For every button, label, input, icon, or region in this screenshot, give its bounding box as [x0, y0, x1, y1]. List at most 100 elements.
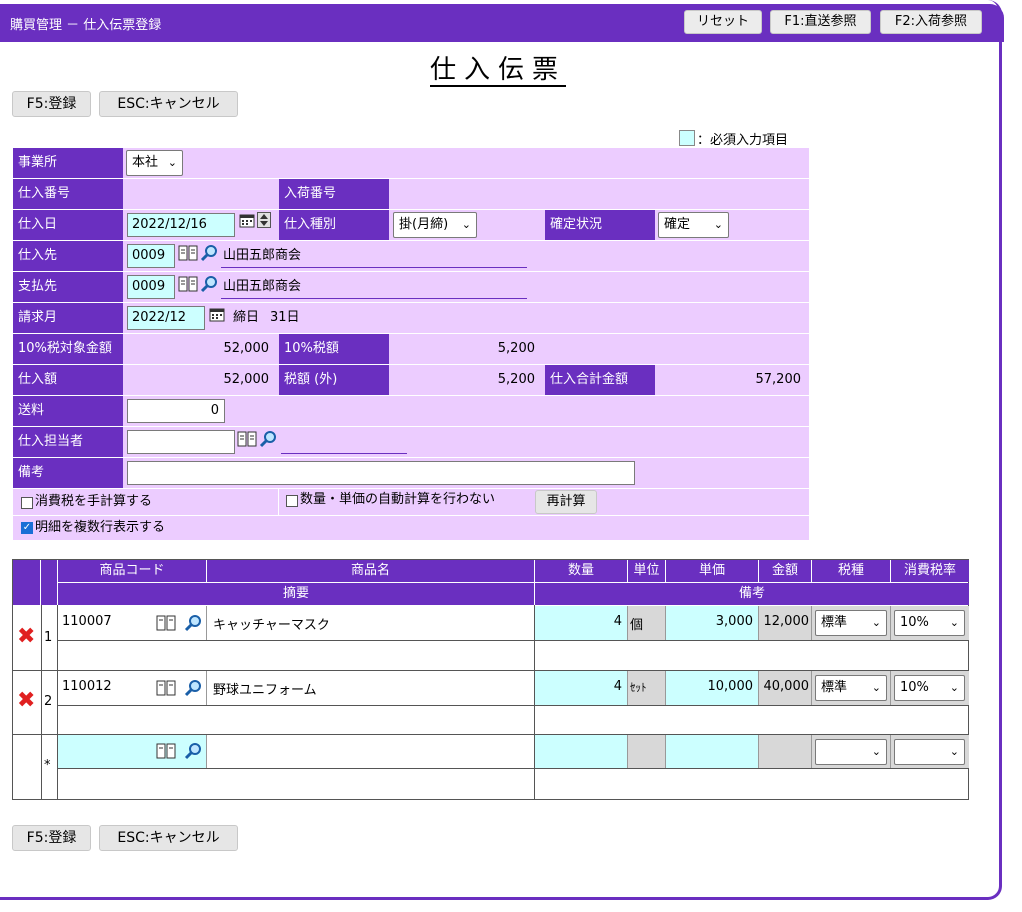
grid-corner [13, 560, 41, 605]
manual-tax-checkbox[interactable] [21, 497, 33, 509]
office-select[interactable]: 本社 ⌄ [126, 150, 183, 176]
row-taxtype-select[interactable]: 標準 ⌄ [815, 610, 887, 636]
billing-month-label: 請求月 [13, 303, 123, 333]
row-amount: 12,000 [759, 606, 812, 640]
book-icon[interactable] [156, 614, 176, 632]
row-code-cell[interactable]: 110007 [58, 606, 207, 640]
staff-label: 仕入担当者 [13, 427, 123, 457]
row-name[interactable]: 野球ユニフォーム [207, 671, 534, 705]
staff-input[interactable] [127, 430, 235, 454]
col-remarks-header: 備考 [535, 583, 969, 605]
search-icon[interactable] [259, 430, 277, 448]
col-name-header: 商品名 [207, 560, 535, 582]
new-row-code-cell[interactable] [58, 735, 207, 768]
book-icon[interactable] [178, 275, 198, 293]
required-legend-swatch [679, 130, 695, 146]
chevron-down-icon: ⌄ [949, 681, 959, 694]
row-unit: 個 [628, 606, 666, 640]
row-code: 110012 [62, 679, 112, 694]
row-taxtype-value: 標準 [821, 615, 848, 630]
row-qty[interactable]: 4 [535, 671, 628, 705]
search-icon[interactable] [200, 244, 218, 262]
date-stepper-icon[interactable] [257, 212, 271, 228]
col-amount-header: 金額 [759, 560, 812, 582]
row-number: 1 [44, 630, 53, 645]
row-name[interactable]: キャッチャーマスク [207, 606, 534, 640]
status-select[interactable]: 確定 ⌄ [658, 212, 729, 238]
purchase-amount-label: 仕入額 [13, 365, 123, 395]
register-button-bottom[interactable]: F5:登録 [12, 825, 91, 851]
chevron-down-icon: ⌄ [167, 156, 177, 169]
page-title: 仕入伝票 [430, 55, 567, 87]
book-icon[interactable] [156, 679, 176, 697]
recalc-button[interactable]: 再計算 [535, 490, 597, 514]
cancel-button-top[interactable]: ESC:キャンセル [99, 91, 238, 117]
row-taxtype-value: 標準 [821, 680, 848, 695]
row-taxtype-select[interactable]: 標準 ⌄ [815, 675, 887, 701]
book-icon[interactable] [156, 742, 176, 760]
new-row-taxtype-cell: ⌄ [812, 735, 891, 768]
search-icon[interactable] [184, 679, 202, 697]
reset-button[interactable]: リセット [684, 10, 762, 34]
purchase-type-label: 仕入種別 [279, 210, 389, 240]
billing-month-input[interactable]: 2022/12 [127, 306, 205, 330]
calendar-icon[interactable] [209, 306, 225, 322]
row-qty[interactable]: 4 [535, 606, 628, 640]
taxable-10-value: 52,000 [223, 341, 270, 356]
supplier-label: 仕入先 [13, 241, 123, 271]
chevron-down-icon: ⌄ [949, 616, 959, 629]
purchase-amount-value: 52,000 [223, 372, 270, 387]
row-price[interactable]: 3,000 [666, 606, 759, 640]
calendar-icon[interactable] [239, 212, 255, 228]
purchase-type-select[interactable]: 掛(月締) ⌄ [393, 212, 477, 238]
chevron-down-icon: ⌄ [871, 681, 881, 694]
book-icon[interactable] [178, 244, 198, 262]
chevron-down-icon: ⌄ [713, 218, 723, 231]
row-unit: ｾｯﾄ [628, 671, 666, 705]
row-price[interactable]: 10,000 [666, 671, 759, 705]
row-taxrate-cell: 10% ⌄ [891, 671, 969, 705]
search-icon[interactable] [184, 614, 202, 632]
supplier-code-input[interactable]: 0009 [127, 244, 175, 268]
new-row-amount [759, 735, 812, 768]
col-taxrate-header: 消費税率 [891, 560, 969, 582]
f2-receipt-ref-button[interactable]: F2:入荷参照 [880, 10, 982, 34]
new-row-qty[interactable] [535, 735, 628, 768]
staff-name-underline [281, 453, 407, 454]
new-row-taxtype-select[interactable]: ⌄ [815, 739, 887, 765]
grid-corner-2 [41, 560, 58, 605]
row-code-cell[interactable]: 110012 [58, 671, 207, 705]
search-icon[interactable] [184, 742, 202, 760]
search-icon[interactable] [200, 275, 218, 293]
register-button-top[interactable]: F5:登録 [12, 91, 91, 117]
delete-row-icon[interactable]: ✖ [17, 690, 35, 712]
tax-ext-label: 税額 (外) [279, 365, 389, 395]
row-amount: 40,000 [759, 671, 812, 705]
row-taxrate-select[interactable]: 10% ⌄ [894, 610, 965, 636]
delete-row-icon[interactable]: ✖ [17, 626, 35, 648]
row-taxtype-cell: 標準 ⌄ [812, 671, 891, 705]
purchase-date-input[interactable]: 2022/12/16 [127, 213, 235, 237]
no-auto-calc-label: 数量・単価の自動計算を行わない [300, 492, 496, 507]
payee-code-input[interactable]: 0009 [127, 275, 175, 299]
new-row-unit [628, 735, 666, 768]
new-row-taxrate-select[interactable]: ⌄ [894, 739, 965, 765]
taxable-10-label: 10%税対象金額 [13, 334, 123, 364]
new-row-price[interactable] [666, 735, 759, 768]
cancel-button-bottom[interactable]: ESC:キャンセル [99, 825, 238, 851]
no-auto-calc-checkbox[interactable] [286, 495, 298, 507]
new-row-name[interactable] [207, 735, 534, 768]
col-code-header: 商品コード [58, 560, 207, 582]
detail-grid: 商品コード 商品名 数量 単位 単価 金額 税種 消費税率 摘要 備考 ✖ 1 … [12, 559, 969, 800]
book-icon[interactable] [237, 430, 257, 448]
note-input[interactable] [127, 461, 635, 485]
shipping-input[interactable]: 0 [127, 399, 225, 423]
row-number: 2 [44, 694, 53, 709]
payee-name-underline [221, 298, 527, 299]
closing-day-label: 締日 [233, 310, 260, 325]
f1-direct-ref-button[interactable]: F1:直送参照 [770, 10, 871, 34]
header-form: 事業所 本社 ⌄ 仕入番号 入荷番号 仕入日 2022/12/16 仕入種別 掛(… [13, 148, 809, 540]
row-taxrate-select[interactable]: 10% ⌄ [894, 675, 965, 701]
multiline-checkbox[interactable]: ✓ [21, 522, 33, 534]
window-title: 購買管理 － 仕入伝票登録 [10, 18, 162, 33]
